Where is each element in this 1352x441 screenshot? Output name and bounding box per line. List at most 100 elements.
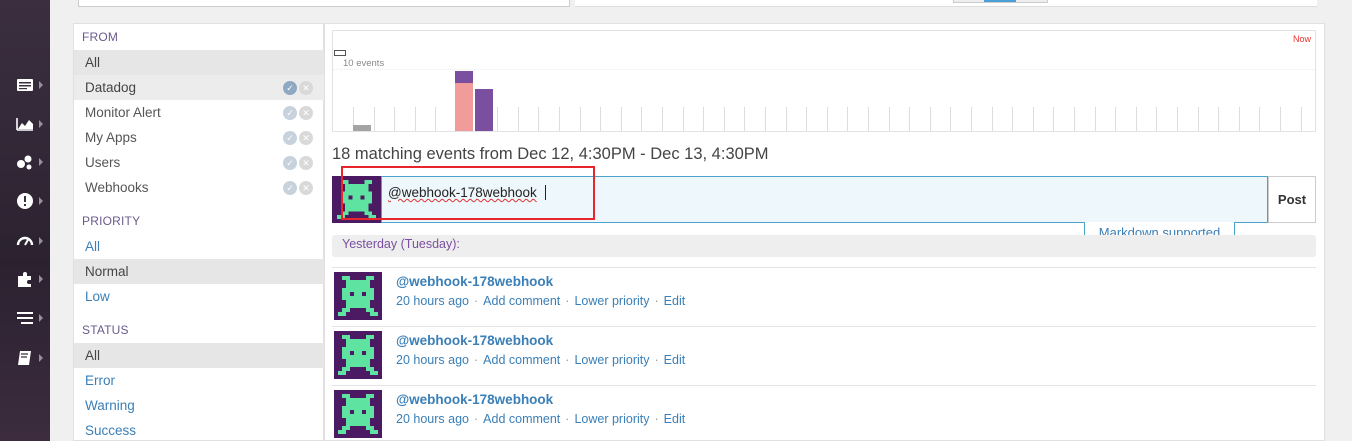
lower-priority-link[interactable]: Lower priority bbox=[574, 353, 649, 367]
event-timeline-chart[interactable]: Now 10 events bbox=[332, 30, 1316, 132]
timeline-tick bbox=[992, 107, 993, 131]
monitors-icon[interactable] bbox=[14, 190, 36, 212]
now-label: Now bbox=[1292, 34, 1311, 44]
add-comment-link[interactable]: Add comment bbox=[483, 294, 560, 308]
events-scale-label: 10 events bbox=[343, 58, 385, 69]
separator: · bbox=[565, 353, 570, 367]
filter-status-all[interactable]: All bbox=[74, 343, 324, 368]
filter-from-my-apps[interactable]: My Apps ✓ ✕ bbox=[74, 125, 324, 150]
timeline-tick bbox=[518, 107, 519, 131]
timeline-tick bbox=[744, 107, 745, 131]
timeline-tick bbox=[1280, 107, 1281, 131]
avatar[interactable] bbox=[334, 272, 382, 320]
event-bar[interactable] bbox=[455, 83, 473, 131]
separator: · bbox=[473, 294, 479, 308]
nav-caret-icon bbox=[39, 314, 43, 322]
timeline-tick bbox=[580, 107, 581, 131]
timeline-tick bbox=[662, 107, 663, 131]
filter-label: Users bbox=[85, 155, 121, 170]
timeline-tick bbox=[827, 107, 828, 131]
exclude-icon[interactable]: ✕ bbox=[299, 106, 313, 120]
filter-from-all[interactable]: All bbox=[74, 50, 324, 75]
from-section-title: FROM bbox=[82, 30, 119, 44]
exclude-icon[interactable]: ✕ bbox=[299, 181, 313, 195]
timeline-tick bbox=[600, 107, 601, 131]
event-time[interactable]: 20 hours ago bbox=[396, 353, 469, 367]
dashboards-icon[interactable] bbox=[14, 230, 36, 252]
top-toolbar bbox=[575, 0, 1317, 7]
logs-icon[interactable] bbox=[14, 307, 36, 329]
timeline-tick bbox=[415, 107, 416, 131]
timeline-tick bbox=[538, 107, 539, 131]
timeline-tick bbox=[1033, 107, 1034, 131]
timeline-tick bbox=[1198, 107, 1199, 131]
filter-status-success[interactable]: Success bbox=[74, 418, 324, 441]
event-bar[interactable] bbox=[353, 125, 371, 131]
event-title[interactable]: @webhook-178webhook bbox=[396, 392, 553, 407]
integrations-icon[interactable] bbox=[14, 268, 36, 290]
check-icon[interactable]: ✓ bbox=[283, 156, 297, 170]
timeline-tick bbox=[1074, 107, 1075, 131]
filter-from-monitor-alert[interactable]: Monitor Alert ✓ ✕ bbox=[74, 100, 324, 125]
timeline-tick bbox=[394, 107, 395, 131]
event-time[interactable]: 20 hours ago bbox=[396, 412, 469, 426]
exclude-icon[interactable]: ✕ bbox=[299, 156, 313, 170]
filter-priority-all[interactable]: All bbox=[74, 234, 324, 259]
event-title[interactable]: @webhook-178webhook bbox=[396, 274, 553, 289]
check-icon[interactable]: ✓ bbox=[283, 181, 297, 195]
range-handle-icon[interactable] bbox=[334, 50, 346, 56]
check-icon[interactable]: ✓ bbox=[283, 131, 297, 145]
priority-section-title: PRIORITY bbox=[82, 214, 141, 228]
events-icon[interactable] bbox=[14, 74, 36, 96]
avatar[interactable] bbox=[334, 390, 382, 438]
lower-priority-link[interactable]: Lower priority bbox=[574, 412, 649, 426]
filter-priority-low[interactable]: Low bbox=[74, 284, 324, 309]
check-icon[interactable]: ✓ bbox=[283, 106, 297, 120]
exclude-icon[interactable]: ✕ bbox=[299, 131, 313, 145]
filter-status-warning[interactable]: Warning bbox=[74, 393, 324, 418]
check-icon[interactable]: ✓ bbox=[283, 81, 297, 95]
filter-priority-normal[interactable]: Normal bbox=[74, 259, 324, 284]
timeline-tick bbox=[909, 107, 910, 131]
separator: · bbox=[654, 412, 659, 426]
timeline-tick bbox=[1177, 107, 1178, 131]
view-toggle[interactable] bbox=[953, 0, 1048, 3]
filter-label: Webhooks bbox=[85, 180, 149, 195]
timeline-tick bbox=[683, 107, 684, 131]
filter-label: Error bbox=[85, 373, 115, 388]
filter-label: My Apps bbox=[85, 130, 137, 145]
notebooks-icon[interactable] bbox=[14, 347, 36, 369]
filter-label: Datadog bbox=[85, 80, 137, 95]
edit-link[interactable]: Edit bbox=[664, 353, 686, 367]
filter-from-datadog[interactable]: Datadog ✓ ✕ bbox=[74, 75, 324, 100]
add-comment-link[interactable]: Add comment bbox=[483, 412, 560, 426]
nav-caret-icon bbox=[39, 120, 43, 128]
lower-priority-link[interactable]: Lower priority bbox=[574, 294, 649, 308]
exclude-icon[interactable]: ✕ bbox=[299, 81, 313, 95]
filter-from-users[interactable]: Users ✓ ✕ bbox=[74, 150, 324, 175]
add-comment-link[interactable]: Add comment bbox=[483, 353, 560, 367]
search-box[interactable] bbox=[78, 0, 570, 7]
timeline-tick bbox=[1259, 107, 1260, 131]
avatar[interactable] bbox=[334, 331, 382, 379]
filter-from-webhooks[interactable]: Webhooks ✓ ✕ bbox=[74, 175, 324, 200]
edit-link[interactable]: Edit bbox=[664, 412, 686, 426]
post-button[interactable]: Post bbox=[1268, 176, 1316, 223]
timeline-tick bbox=[786, 107, 787, 131]
infrastructure-icon[interactable] bbox=[14, 151, 36, 173]
timeline-tick bbox=[1053, 107, 1054, 131]
timeline-tick bbox=[1136, 107, 1137, 131]
nav-caret-icon bbox=[39, 81, 43, 89]
timeline-tick bbox=[950, 107, 951, 131]
metrics-icon[interactable] bbox=[14, 113, 36, 135]
edit-link[interactable]: Edit bbox=[664, 294, 686, 308]
event-bar[interactable] bbox=[455, 71, 473, 83]
day-header: Yesterday (Tuesday): bbox=[332, 235, 1316, 257]
left-nav bbox=[0, 0, 50, 441]
event-bar[interactable] bbox=[475, 89, 493, 131]
event-time[interactable]: 20 hours ago bbox=[396, 294, 469, 308]
event-title[interactable]: @webhook-178webhook bbox=[396, 333, 553, 348]
view-toggle-active bbox=[984, 0, 1016, 2]
status-section-title: STATUS bbox=[82, 323, 129, 337]
filter-status-error[interactable]: Error bbox=[74, 368, 324, 393]
